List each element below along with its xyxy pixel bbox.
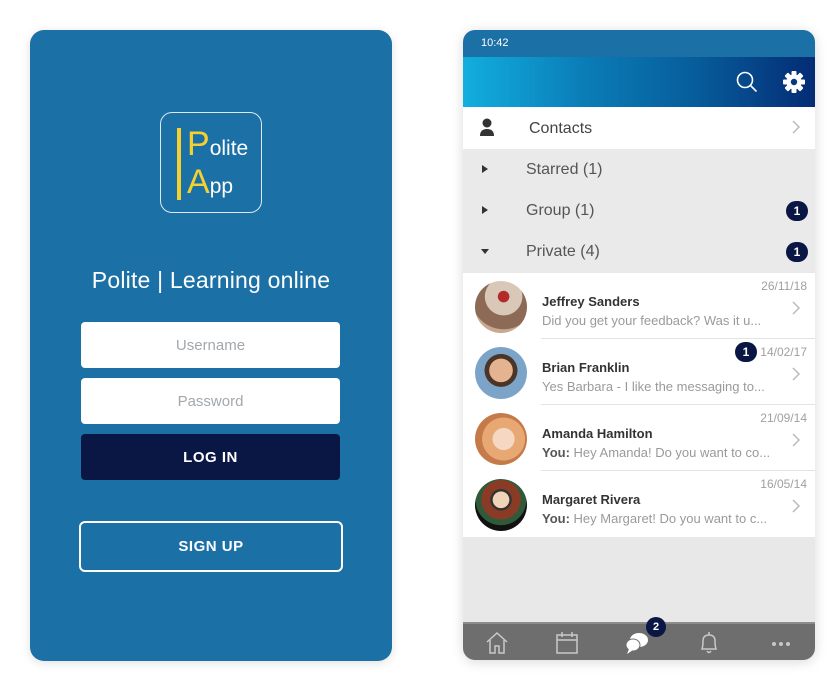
caret-down-icon <box>481 249 489 254</box>
chevron-right-icon <box>792 301 801 315</box>
messages-icon[interactable] <box>624 630 650 656</box>
contacts-row[interactable]: Contacts <box>463 107 815 149</box>
unread-badge: 1 <box>786 242 808 262</box>
caret-right-icon <box>482 206 488 214</box>
login-button[interactable]: LOG IN <box>81 434 340 480</box>
message-row[interactable]: Amanda Hamilton You: Hey Amanda! Do you … <box>463 405 815 471</box>
contact-name: Brian Franklin <box>542 360 630 375</box>
preview-text: Yes Barbara - I like the messaging to... <box>542 379 765 394</box>
logo-text-pp: pp <box>209 175 234 198</box>
contact-name: Jeffrey Sanders <box>542 294 640 309</box>
username-input[interactable] <box>81 322 340 368</box>
group-row-group[interactable]: Group (1) 1 <box>463 190 815 231</box>
you-prefix: You: <box>542 445 570 460</box>
chevron-right-icon <box>792 367 801 381</box>
login-screen: Polite App Polite | Learning online LOG … <box>30 30 392 661</box>
calendar-icon[interactable] <box>554 630 580 656</box>
status-time: 10:42 <box>481 37 509 49</box>
app-logo: Polite App <box>160 112 262 213</box>
message-preview: You: Hey Amanda! Do you want to co... <box>542 445 770 460</box>
avatar <box>475 413 527 465</box>
logo-bar <box>177 128 181 200</box>
password-input[interactable] <box>81 378 340 424</box>
tagline: Polite | Learning online <box>91 267 331 293</box>
group-row-private[interactable]: Private (4) 1 <box>463 231 815 272</box>
message-date: 16/05/14 <box>760 477 807 491</box>
group-label: Group (1) <box>526 202 595 219</box>
message-preview: Yes Barbara - I like the messaging to... <box>542 379 765 394</box>
group-label: Starred (1) <box>526 161 603 178</box>
contacts-label: Contacts <box>529 120 593 137</box>
app-header <box>463 57 815 107</box>
unread-badge: 1 <box>786 201 808 221</box>
preview-text: Hey Margaret! Do you want to c... <box>569 511 768 526</box>
caret-right-icon <box>482 165 488 173</box>
chevron-right-icon <box>792 120 801 134</box>
message-date: 26/11/18 <box>761 279 807 293</box>
logo-line-app: App <box>187 165 233 199</box>
messages-screen: 10:42 Contacts Starred (1) Group (1) 1 P… <box>463 30 815 660</box>
home-icon[interactable] <box>484 630 510 656</box>
message-list: Jeffrey Sanders Did you get your feedbac… <box>463 273 815 537</box>
chevron-right-icon <box>792 499 801 513</box>
message-row[interactable]: Jeffrey Sanders Did you get your feedbac… <box>463 273 815 339</box>
contact-name: Margaret Rivera <box>542 492 641 507</box>
avatar <box>475 479 527 531</box>
signup-button[interactable]: SIGN UP <box>79 521 343 572</box>
gear-icon[interactable] <box>781 69 807 95</box>
search-icon[interactable] <box>734 69 760 95</box>
group-label: Private (4) <box>526 243 600 260</box>
status-bar: 10:42 <box>463 30 815 57</box>
you-prefix: You: <box>542 511 570 526</box>
more-icon[interactable] <box>768 630 794 656</box>
message-preview: Did you get your feedback? Was it u... <box>542 313 761 328</box>
message-date: 21/09/14 <box>760 411 807 425</box>
logo-line-polite: Polite <box>187 127 248 161</box>
preview-text: Did you get your feedback? Was it u... <box>542 313 762 328</box>
message-row[interactable]: Brian Franklin Yes Barbara - I like the … <box>463 339 815 405</box>
logo-letter-p: P <box>187 125 210 163</box>
avatar <box>475 281 527 333</box>
chevron-right-icon <box>792 433 801 447</box>
bell-icon[interactable] <box>696 630 722 656</box>
group-row-starred[interactable]: Starred (1) <box>463 149 815 190</box>
person-icon <box>480 118 494 136</box>
contact-name: Amanda Hamilton <box>542 426 653 441</box>
logo-letter-a: A <box>187 163 210 201</box>
message-preview: You: Hey Margaret! Do you want to c... <box>542 511 767 526</box>
unread-badge: 1 <box>735 342 757 362</box>
avatar <box>475 347 527 399</box>
message-row[interactable]: Margaret Rivera You: Hey Margaret! Do yo… <box>463 471 815 537</box>
bottom-tab-bar: 2 <box>463 617 815 660</box>
preview-text: Hey Amanda! Do you want to co... <box>569 445 771 460</box>
message-date: 14/02/17 <box>760 345 807 359</box>
messages-badge: 2 <box>646 617 666 637</box>
logo-text-olite: olite <box>209 137 249 160</box>
